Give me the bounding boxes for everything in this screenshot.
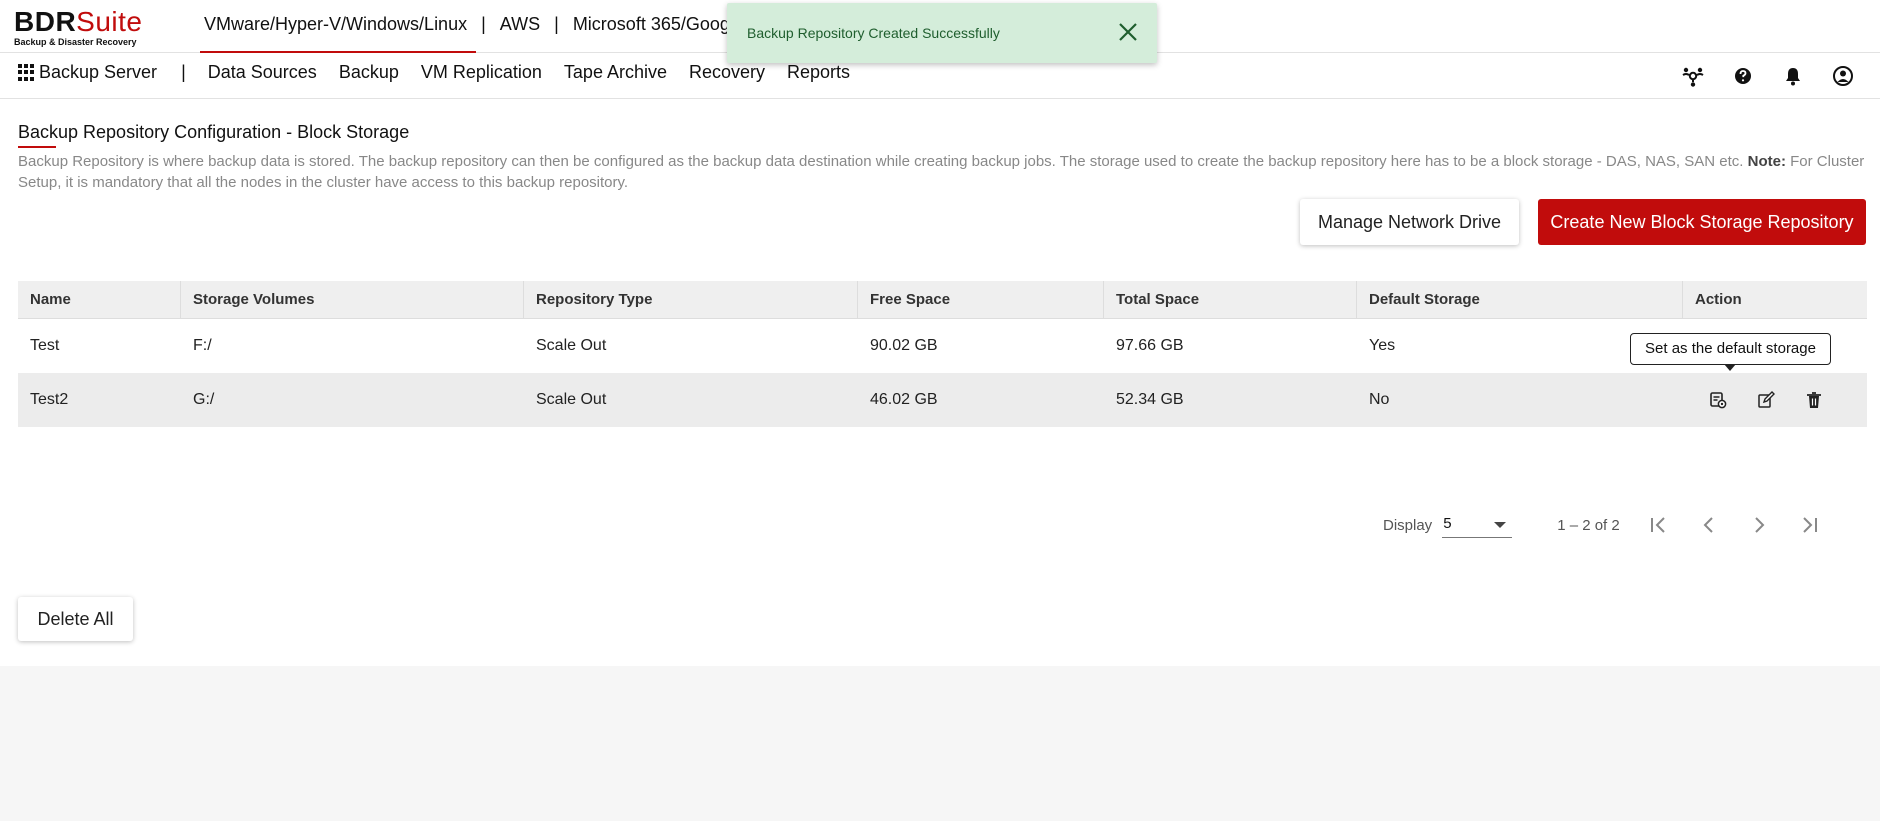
delete-icon[interactable] [1805, 391, 1823, 409]
user-account-icon[interactable] [1830, 63, 1856, 89]
create-new-repository-button[interactable]: Create New Block Storage Repository [1538, 199, 1866, 245]
nav-item-vm-replication[interactable]: VM Replication [421, 62, 542, 83]
edit-icon[interactable] [1757, 391, 1775, 409]
page-size-value: 5 [1443, 515, 1452, 532]
column-header-total-space[interactable]: Total Space [1104, 281, 1357, 318]
page-description: Backup Repository is where backup data i… [18, 151, 1868, 193]
nav-item-tape-archive[interactable]: Tape Archive [564, 62, 667, 83]
cell-action [1683, 391, 1867, 409]
display-label: Display [1383, 516, 1433, 534]
column-header-default-storage[interactable]: Default Storage [1357, 281, 1683, 318]
tab-separator: | [481, 14, 486, 34]
nav-item-recovery[interactable]: Recovery [689, 62, 765, 83]
first-page-icon[interactable] [1648, 514, 1670, 536]
column-header-action: Action [1695, 291, 1742, 308]
page-size-select[interactable]: 5 [1442, 512, 1513, 538]
delete-all-button[interactable]: Delete All [18, 597, 133, 641]
tooltip-arrow [1724, 364, 1736, 371]
nav-item-reports[interactable]: Reports [787, 62, 850, 83]
cell-total-space: 52.34 GB [1116, 391, 1184, 408]
nav-item-backup[interactable]: Backup [339, 62, 399, 83]
set-default-storage-tooltip: Set as the default storage [1630, 333, 1831, 365]
column-header-name[interactable]: Name [18, 281, 181, 318]
previous-page-icon[interactable] [1698, 514, 1720, 536]
cell-default-storage: No [1369, 391, 1390, 408]
page-title: Backup Repository Configuration - Block … [18, 122, 410, 142]
cell-total-space: 97.66 GB [1116, 337, 1184, 354]
manage-network-drive-button[interactable]: Manage Network Drive [1300, 199, 1519, 245]
last-page-icon[interactable] [1798, 514, 1820, 536]
set-default-storage-icon[interactable] [1709, 391, 1727, 409]
toast-message: Backup Repository Created Successfully [747, 25, 1000, 41]
chevron-down-icon [1494, 522, 1507, 528]
help-icon[interactable] [1730, 63, 1756, 89]
table-row: Test F:/ Scale Out 90.02 GB 97.66 GB Yes [18, 319, 1867, 373]
cell-free-space: 90.02 GB [870, 337, 938, 354]
product-tabs: VMware/Hyper-V/Windows/Linux | AWS | Mic… [204, 14, 730, 35]
cell-repository-type: Scale Out [536, 337, 607, 354]
grid-apps-icon[interactable] [18, 64, 35, 81]
cell-repository-type: Scale Out [536, 391, 607, 408]
product-tab-vmware[interactable]: VMware/Hyper-V/Windows/Linux [204, 14, 467, 35]
column-header-repository-type[interactable]: Repository Type [524, 281, 858, 318]
table-header: Name Storage Volumes Repository Type Fre… [18, 281, 1867, 319]
repository-table: Name Storage Volumes Repository Type Fre… [18, 281, 1867, 427]
page-range: 1 – 2 of 2 [1557, 516, 1620, 534]
cell-storage-volume: F:/ [193, 337, 212, 354]
cell-name: Test2 [30, 391, 69, 408]
pagination: Display 5 1 – 2 of 2 [1383, 512, 1820, 538]
note-label: Note: [1747, 153, 1786, 170]
nav-divider: | [181, 62, 186, 82]
table-row: Test2 G:/ Scale Out 46.02 GB 52.34 GB No [18, 373, 1867, 427]
bdrsuite-logo[interactable]: BDRSuite Backup & Disaster Recovery [14, 6, 143, 48]
nav-item-data-sources[interactable]: Data Sources [208, 62, 317, 83]
tab-separator: | [554, 14, 559, 34]
users-network-icon[interactable] [1680, 63, 1706, 89]
column-header-storage-volumes[interactable]: Storage Volumes [181, 281, 524, 318]
product-tab-microsoft-365[interactable]: Microsoft 365/Goog [573, 14, 730, 35]
bell-icon[interactable] [1780, 63, 1806, 89]
cell-name: Test [30, 337, 60, 354]
logo-tagline: Backup & Disaster Recovery [14, 37, 137, 47]
product-tab-aws[interactable]: AWS [500, 14, 540, 35]
active-tab-indicator [200, 51, 476, 53]
success-toast: Backup Repository Created Successfully [727, 3, 1157, 63]
cell-storage-volume: G:/ [193, 391, 215, 408]
logo-text-bdr: BDR [14, 6, 77, 37]
cell-free-space: 46.02 GB [870, 391, 938, 408]
title-underline [18, 146, 56, 148]
backup-server-label[interactable]: Backup Server [39, 62, 157, 83]
description-text: Backup Repository is where backup data i… [18, 153, 1744, 170]
close-icon[interactable] [1117, 21, 1139, 43]
logo-text-suite: Suite [76, 6, 143, 37]
next-page-icon[interactable] [1748, 514, 1770, 536]
column-header-free-space[interactable]: Free Space [858, 281, 1104, 318]
